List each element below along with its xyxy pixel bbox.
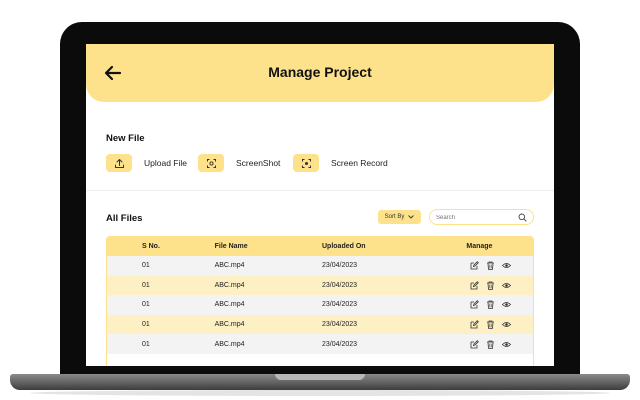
view-icon[interactable] — [502, 261, 512, 270]
cell-file-name: ABC.mp4 — [214, 262, 245, 270]
view-icon[interactable] — [502, 300, 512, 309]
table-row: 01 ABC.mp4 23/04/2023 — [107, 334, 533, 354]
table-row: 01 ABC.mp4 23/04/2023 — [107, 275, 533, 296]
delete-icon[interactable] — [486, 320, 495, 329]
table-body: 01 ABC.mp4 23/04/2023 01 ABC.mp4 23/04/2023 01… — [107, 256, 533, 354]
view-icon[interactable] — [502, 320, 512, 329]
cell-manage — [439, 261, 533, 270]
new-file-title: New File — [106, 133, 145, 144]
screenshot-icon — [198, 154, 224, 172]
cell-manage — [439, 339, 533, 349]
cell-file-name: ABC.mp4 — [214, 301, 245, 309]
edit-icon[interactable] — [470, 281, 480, 290]
cell-file-name: ABC.mp4 — [214, 281, 245, 289]
cell-uploaded-on: 23/04/2023 — [322, 301, 358, 309]
header-bar: Manage Project — [86, 44, 554, 102]
delete-icon[interactable] — [486, 281, 495, 290]
edit-icon[interactable] — [470, 339, 480, 349]
files-table: S No. File Name Uploaded On Manage 01 ABC… — [106, 236, 534, 366]
cell-uploaded-on: 23/04/2023 — [322, 262, 358, 270]
table-header: S No. File Name Uploaded On Manage — [107, 237, 533, 256]
screenshot-button[interactable]: ScreenShot — [198, 154, 280, 172]
cell-file-name: ABC.mp4 — [214, 321, 245, 329]
app-screen: Manage Project New File Upload File Scre… — [86, 44, 554, 366]
column-header-file-name: File Name — [214, 243, 248, 250]
cell-uploaded-on: 23/04/2023 — [322, 281, 358, 289]
chevron-down-icon — [408, 215, 415, 219]
edit-icon[interactable] — [470, 300, 480, 309]
section-divider — [86, 190, 554, 191]
delete-icon[interactable] — [486, 340, 495, 349]
cell-sno: 01 — [142, 262, 150, 270]
cell-file-name: ABC.mp4 — [214, 340, 245, 348]
delete-icon[interactable] — [486, 261, 495, 270]
cell-sno: 01 — [142, 340, 150, 348]
upload-file-label: Upload File — [144, 158, 187, 168]
sort-by-dropdown[interactable]: Sort By — [378, 210, 421, 224]
edit-icon[interactable] — [470, 320, 480, 329]
cell-uploaded-on: 23/04/2023 — [322, 340, 358, 348]
laptop-notch — [275, 374, 365, 380]
cell-manage — [439, 320, 533, 329]
cell-manage — [439, 281, 533, 290]
search-box[interactable] — [429, 209, 534, 225]
upload-icon — [106, 154, 132, 172]
table-row: 01 ABC.mp4 23/04/2023 — [107, 314, 533, 335]
cell-uploaded-on: 23/04/2023 — [322, 321, 358, 329]
screen-record-label: Screen Record — [331, 158, 388, 168]
search-input[interactable] — [436, 212, 514, 223]
laptop-shadow — [30, 390, 610, 396]
all-files-title: All Files — [106, 213, 143, 224]
view-icon[interactable] — [502, 340, 512, 349]
cell-sno: 01 — [142, 281, 150, 289]
page-title: Manage Project — [268, 64, 372, 80]
column-header-manage: Manage — [466, 243, 493, 250]
edit-icon[interactable] — [470, 261, 480, 270]
sort-by-label: Sort By — [384, 214, 405, 220]
cell-manage — [439, 300, 533, 310]
cell-sno: 01 — [142, 301, 150, 309]
column-header-uploaded-on: Uploaded On — [322, 243, 366, 250]
screen-record-button[interactable]: Screen Record — [293, 154, 388, 172]
view-icon[interactable] — [502, 281, 512, 290]
table-row: 01 ABC.mp4 23/04/2023 — [107, 295, 533, 315]
column-header-sno: S No. — [142, 243, 160, 250]
screen-record-icon — [293, 154, 319, 172]
upload-file-button[interactable]: Upload File — [106, 154, 187, 172]
table-row: 01 ABC.mp4 23/04/2023 — [107, 256, 533, 276]
search-icon[interactable] — [518, 213, 527, 222]
delete-icon[interactable] — [486, 300, 495, 310]
cell-sno: 01 — [142, 321, 150, 329]
screenshot-label: ScreenShot — [236, 158, 281, 168]
